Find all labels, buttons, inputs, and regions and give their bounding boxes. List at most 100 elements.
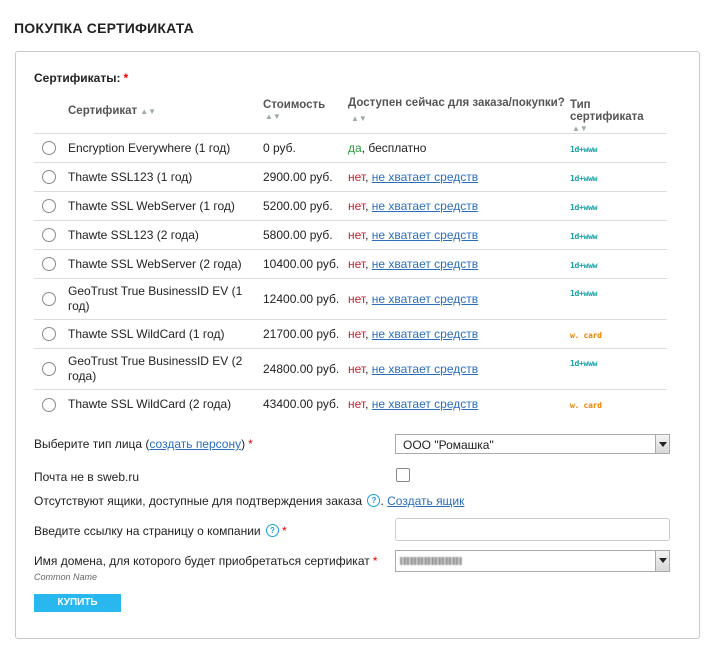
certificate-radio[interactable] xyxy=(42,199,56,214)
table-row[interactable]: GeoTrust True BusinessID EV (1 год) 1240… xyxy=(34,278,667,320)
table-row[interactable]: Thawte SSL123 (2 года) 5800.00 руб. нет,… xyxy=(34,220,667,250)
certificate-name: Thawte SSL WebServer (1 год) xyxy=(68,191,263,221)
availability-status: нет xyxy=(348,327,366,341)
availability-note: бесплатно xyxy=(368,141,427,155)
create-person-link[interactable]: создать персону xyxy=(149,437,241,451)
common-name-hint: Common Name xyxy=(34,572,98,582)
insufficient-funds-link[interactable]: не хватает средств xyxy=(372,228,478,242)
certificate-name: Encryption Everywhere (1 год) xyxy=(68,133,263,163)
certificate-type-badge: w. card xyxy=(570,401,602,411)
column-header-price[interactable]: Стоимость ▲▼ xyxy=(263,90,348,134)
mail-not-sweb-checkbox[interactable] xyxy=(396,468,410,482)
certificate-type-badge: 1d+www xyxy=(570,232,598,241)
certificate-radio[interactable] xyxy=(42,257,56,272)
certificate-form-panel: Сертификаты: * Сертификат ▲▼ Стоимость ▲▼ Д… xyxy=(15,51,700,639)
certificate-price: 43400.00 руб. xyxy=(263,389,348,419)
certificate-price: 24800.00 руб. xyxy=(263,348,348,390)
table-row[interactable]: Encryption Everywhere (1 год) 0 руб. да,… xyxy=(34,133,667,163)
certificates-table: Сертификат ▲▼ Стоимость ▲▼ Доступен сейчас… xyxy=(34,90,667,419)
company-link-label: Введите ссылку на страницу о компании ? * xyxy=(34,524,287,538)
domain-label: Имя домена, для которого будет приобрета… xyxy=(34,554,378,568)
table-row[interactable]: Thawte SSL WebServer (2 года) 10400.00 р… xyxy=(34,249,667,279)
insufficient-funds-link[interactable]: не хватает средств xyxy=(372,327,478,341)
availability-status: нет xyxy=(348,228,366,242)
availability-status: нет xyxy=(348,170,366,184)
insufficient-funds-link[interactable]: не хватает средств xyxy=(372,170,478,184)
certificate-name: GeoTrust True BusinessID EV (1 год) xyxy=(68,278,263,320)
certificate-price: 12400.00 руб. xyxy=(263,278,348,320)
certificate-radio[interactable] xyxy=(42,141,56,156)
certificate-price: 5800.00 руб. xyxy=(263,220,348,250)
availability-cell: нет, не хватает средств xyxy=(348,389,570,419)
mail-not-sweb-label: Почта не в sweb.ru xyxy=(34,470,140,484)
person-type-label: Выберите тип лица (создать персону) * xyxy=(34,437,253,451)
certificate-type-badge: 1d+www xyxy=(570,289,598,298)
certificate-type-badge: 1d+www xyxy=(570,261,598,270)
insufficient-funds-link[interactable]: не хватает средств xyxy=(372,362,478,376)
certificate-price: 2900.00 руб. xyxy=(263,162,348,192)
certificate-type-badge: 1d+www xyxy=(570,145,598,154)
help-icon[interactable]: ? xyxy=(265,524,279,537)
table-row[interactable]: Thawte SSL WildCard (2 года) 43400.00 ру… xyxy=(34,389,667,419)
certificate-name: Thawte SSL WebServer (2 года) xyxy=(68,249,263,279)
certificates-label: Сертификаты: * xyxy=(34,71,129,85)
required-mark: * xyxy=(248,437,253,451)
company-link-input[interactable] xyxy=(395,518,670,541)
availability-status: да xyxy=(348,141,362,155)
table-row[interactable]: GeoTrust True BusinessID EV (2 года) 248… xyxy=(34,348,667,390)
certificate-radio[interactable] xyxy=(42,362,56,377)
insufficient-funds-link[interactable]: не хватает средств xyxy=(372,199,478,213)
certificate-type-badge: 1d+www xyxy=(570,174,598,183)
required-mark: * xyxy=(123,71,129,85)
person-type-selected-value: ООО "Ромашка" xyxy=(403,438,494,452)
buy-button[interactable]: КУПИТЬ xyxy=(34,594,121,612)
separator: , xyxy=(365,397,372,412)
table-row[interactable]: Thawte SSL WebServer (1 год) 5200.00 руб… xyxy=(34,191,667,221)
column-header-certificate[interactable]: Сертификат ▲▼ xyxy=(68,90,263,134)
sort-icon: ▲▼ xyxy=(140,107,157,116)
certificate-radio[interactable] xyxy=(42,397,56,412)
insufficient-funds-link[interactable]: не хватает средств xyxy=(372,397,478,411)
page-title: ПОКУПКА СЕРТИФИКАТА xyxy=(14,20,194,36)
sort-icon: ▲▼ xyxy=(572,124,588,133)
availability-status: нет xyxy=(348,362,366,376)
certificate-radio[interactable] xyxy=(42,292,56,307)
table-row[interactable]: Thawte SSL WildCard (1 год) 21700.00 руб… xyxy=(34,319,667,349)
domain-select[interactable] xyxy=(395,550,670,572)
separator: , xyxy=(365,228,372,242)
column-header-availability[interactable]: Доступен сейчас для заказа/покупки?▲▼ xyxy=(348,90,570,134)
availability-cell: нет, не хватает средств xyxy=(348,249,570,279)
sort-icon: ▲▼ xyxy=(351,114,367,123)
certificate-price: 5200.00 руб. xyxy=(263,191,348,221)
mailbox-row: Отсутствуют ящики, доступные для подтвер… xyxy=(34,494,465,508)
help-icon[interactable]: ? xyxy=(367,494,381,507)
table-row[interactable]: Thawte SSL123 (1 год) 2900.00 руб. нет, … xyxy=(34,162,667,192)
certificate-price: 0 руб. xyxy=(263,133,348,163)
separator: , xyxy=(365,327,372,341)
separator: , xyxy=(365,362,372,376)
availability-cell: нет, не хватает средств xyxy=(348,348,570,390)
redacted-domain-value xyxy=(400,557,462,565)
certificate-name: Thawte SSL WildCard (2 года) xyxy=(68,389,263,419)
certificate-radio[interactable] xyxy=(42,228,56,243)
separator: , xyxy=(365,199,372,213)
sort-icon: ▲▼ xyxy=(265,112,281,121)
insufficient-funds-link[interactable]: не хватает средств xyxy=(372,292,478,306)
certificate-name: Thawte SSL123 (2 года) xyxy=(68,220,263,250)
availability-cell: нет, не хватает средств xyxy=(348,162,570,192)
column-header-type[interactable]: Тип сертификата ▲▼ xyxy=(570,90,667,134)
availability-cell: нет, не хватает средств xyxy=(348,220,570,250)
insufficient-funds-link[interactable]: не хватает средств xyxy=(372,257,478,271)
certificate-type-badge: 1d+www xyxy=(570,359,598,368)
availability-status: нет xyxy=(348,257,366,271)
person-type-select[interactable]: ООО "Ромашка" xyxy=(395,434,670,454)
required-mark: * xyxy=(281,524,287,538)
chevron-down-icon[interactable] xyxy=(655,551,669,571)
chevron-down-icon[interactable] xyxy=(655,435,669,453)
availability-cell: нет, не хватает средств xyxy=(348,191,570,221)
create-mailbox-link[interactable]: Создать ящик xyxy=(387,494,464,508)
required-mark: * xyxy=(372,554,378,568)
certificate-radio[interactable] xyxy=(42,327,56,342)
separator: , xyxy=(365,170,372,184)
certificate-radio[interactable] xyxy=(42,170,56,185)
